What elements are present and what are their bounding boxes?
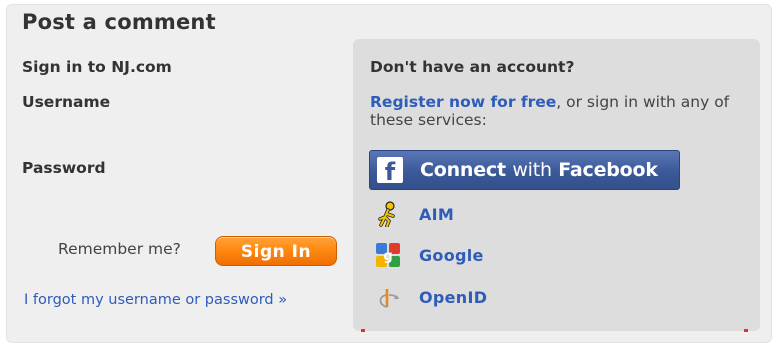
openid-link[interactable]: OpenID [419, 288, 487, 307]
register-text: Register now for free, or sign in with a… [370, 93, 745, 129]
forgot-password-link[interactable]: I forgot my username or password » [24, 292, 287, 308]
openid-icon [379, 289, 399, 308]
username-label: Username [22, 93, 111, 111]
svg-text:g: g [383, 249, 392, 264]
facebook-button-label: Connect with Facebook [420, 151, 658, 189]
corner-mark [361, 329, 365, 332]
password-label: Password [22, 159, 106, 177]
facebook-f-icon: f [377, 157, 403, 186]
corner-mark [744, 329, 748, 332]
facebook-button-facebook: Facebook [558, 159, 658, 181]
signin-heading: Sign in to NJ.com [22, 58, 172, 76]
facebook-button-connect: Connect [420, 159, 506, 181]
google-link[interactable]: Google [419, 246, 484, 265]
register-now-link[interactable]: Register now for free [370, 93, 556, 111]
page-title: Post a comment [22, 10, 216, 34]
register-panel: Don't have an account? Register now for … [353, 39, 760, 331]
facebook-button-with: with [512, 159, 552, 181]
connect-facebook-button[interactable]: f Connect with Facebook [369, 150, 680, 190]
remember-me-label[interactable]: Remember me? [58, 240, 181, 258]
aim-link[interactable]: AIM [419, 205, 454, 224]
sign-in-button[interactable]: Sign In [215, 236, 337, 266]
register-heading: Don't have an account? [370, 58, 575, 76]
google-icon: g [376, 243, 400, 267]
aim-running-man-icon [378, 201, 395, 227]
